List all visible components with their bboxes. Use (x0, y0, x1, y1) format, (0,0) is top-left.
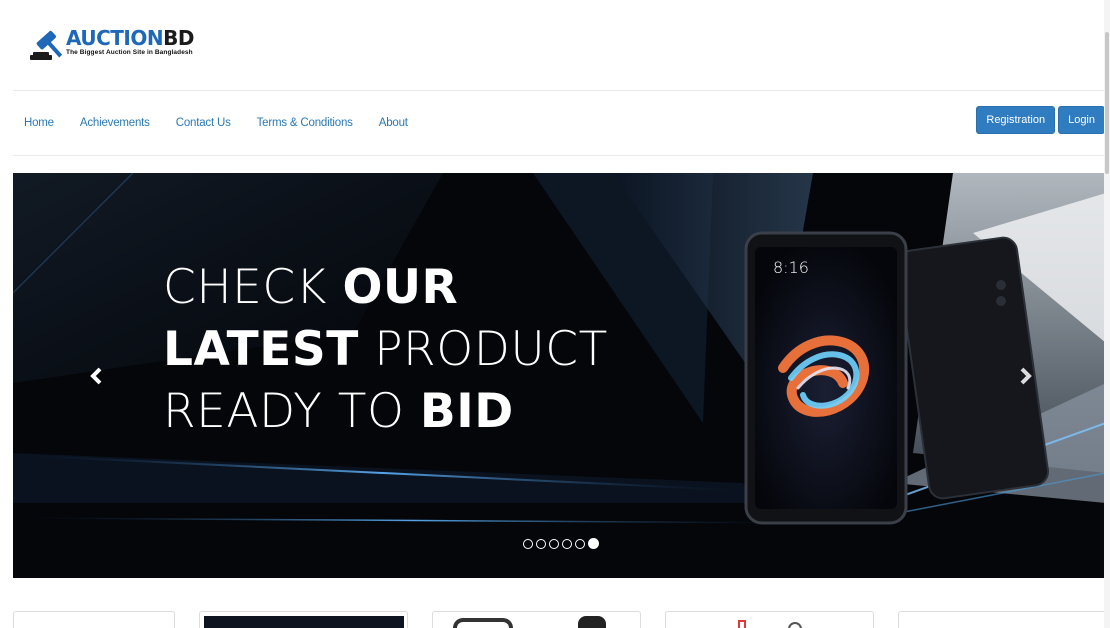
page-scrollbar[interactable] (1104, 0, 1110, 628)
header-divider (13, 90, 1104, 91)
product-card[interactable] (199, 611, 408, 628)
scrollbar-thumb[interactable] (1105, 32, 1109, 174)
product-strip (13, 611, 1106, 628)
hero-carousel[interactable]: 8:16 CHECK OUR LATEST PRODUCT READY TO B… (13, 173, 1106, 578)
carousel-indicators (523, 538, 599, 549)
brand-tagline: The Biggest Auction Site in Bangladesh (66, 49, 193, 56)
carousel-indicator-dot[interactable] (575, 538, 585, 549)
chevron-left-icon (90, 367, 102, 385)
nav-contact-us[interactable]: Contact Us (176, 117, 231, 129)
brand-name: AUCTIONBD (66, 26, 194, 50)
site-logo[interactable]: AUCTIONBD The Biggest Auction Site in Ba… (26, 28, 194, 64)
product-card[interactable] (432, 611, 641, 628)
nav-terms-conditions[interactable]: Terms & Conditions (257, 117, 353, 129)
auth-buttons: Registration Login (976, 106, 1105, 134)
nav-about[interactable]: About (379, 117, 408, 129)
carousel-indicator-dot[interactable] (523, 538, 533, 549)
carousel-indicator-dot[interactable] (562, 538, 572, 549)
gavel-icon (26, 28, 64, 64)
chevron-right-icon (1020, 367, 1032, 385)
login-button[interactable]: Login (1058, 106, 1105, 134)
phone-clock: 8:16 (773, 258, 809, 277)
carousel-indicator-dot[interactable] (549, 538, 559, 549)
nav-divider (13, 155, 1104, 156)
nav-achievements[interactable]: Achievements (80, 117, 150, 129)
carousel-next-button[interactable] (1013, 361, 1037, 391)
carousel-prev-button[interactable] (85, 361, 109, 391)
carousel-indicator-dot[interactable] (536, 538, 546, 549)
registration-button[interactable]: Registration (976, 106, 1056, 134)
carousel-indicator-dot[interactable] (588, 538, 599, 549)
product-card[interactable] (898, 611, 1106, 628)
carousel-headline: CHECK OUR LATEST PRODUCT READY TO BID (163, 260, 608, 439)
nav-home[interactable]: Home (24, 117, 54, 129)
product-card[interactable] (13, 611, 175, 628)
main-nav: Home Achievements Contact Us Terms & Con… (24, 117, 434, 129)
product-card[interactable] (665, 611, 874, 628)
